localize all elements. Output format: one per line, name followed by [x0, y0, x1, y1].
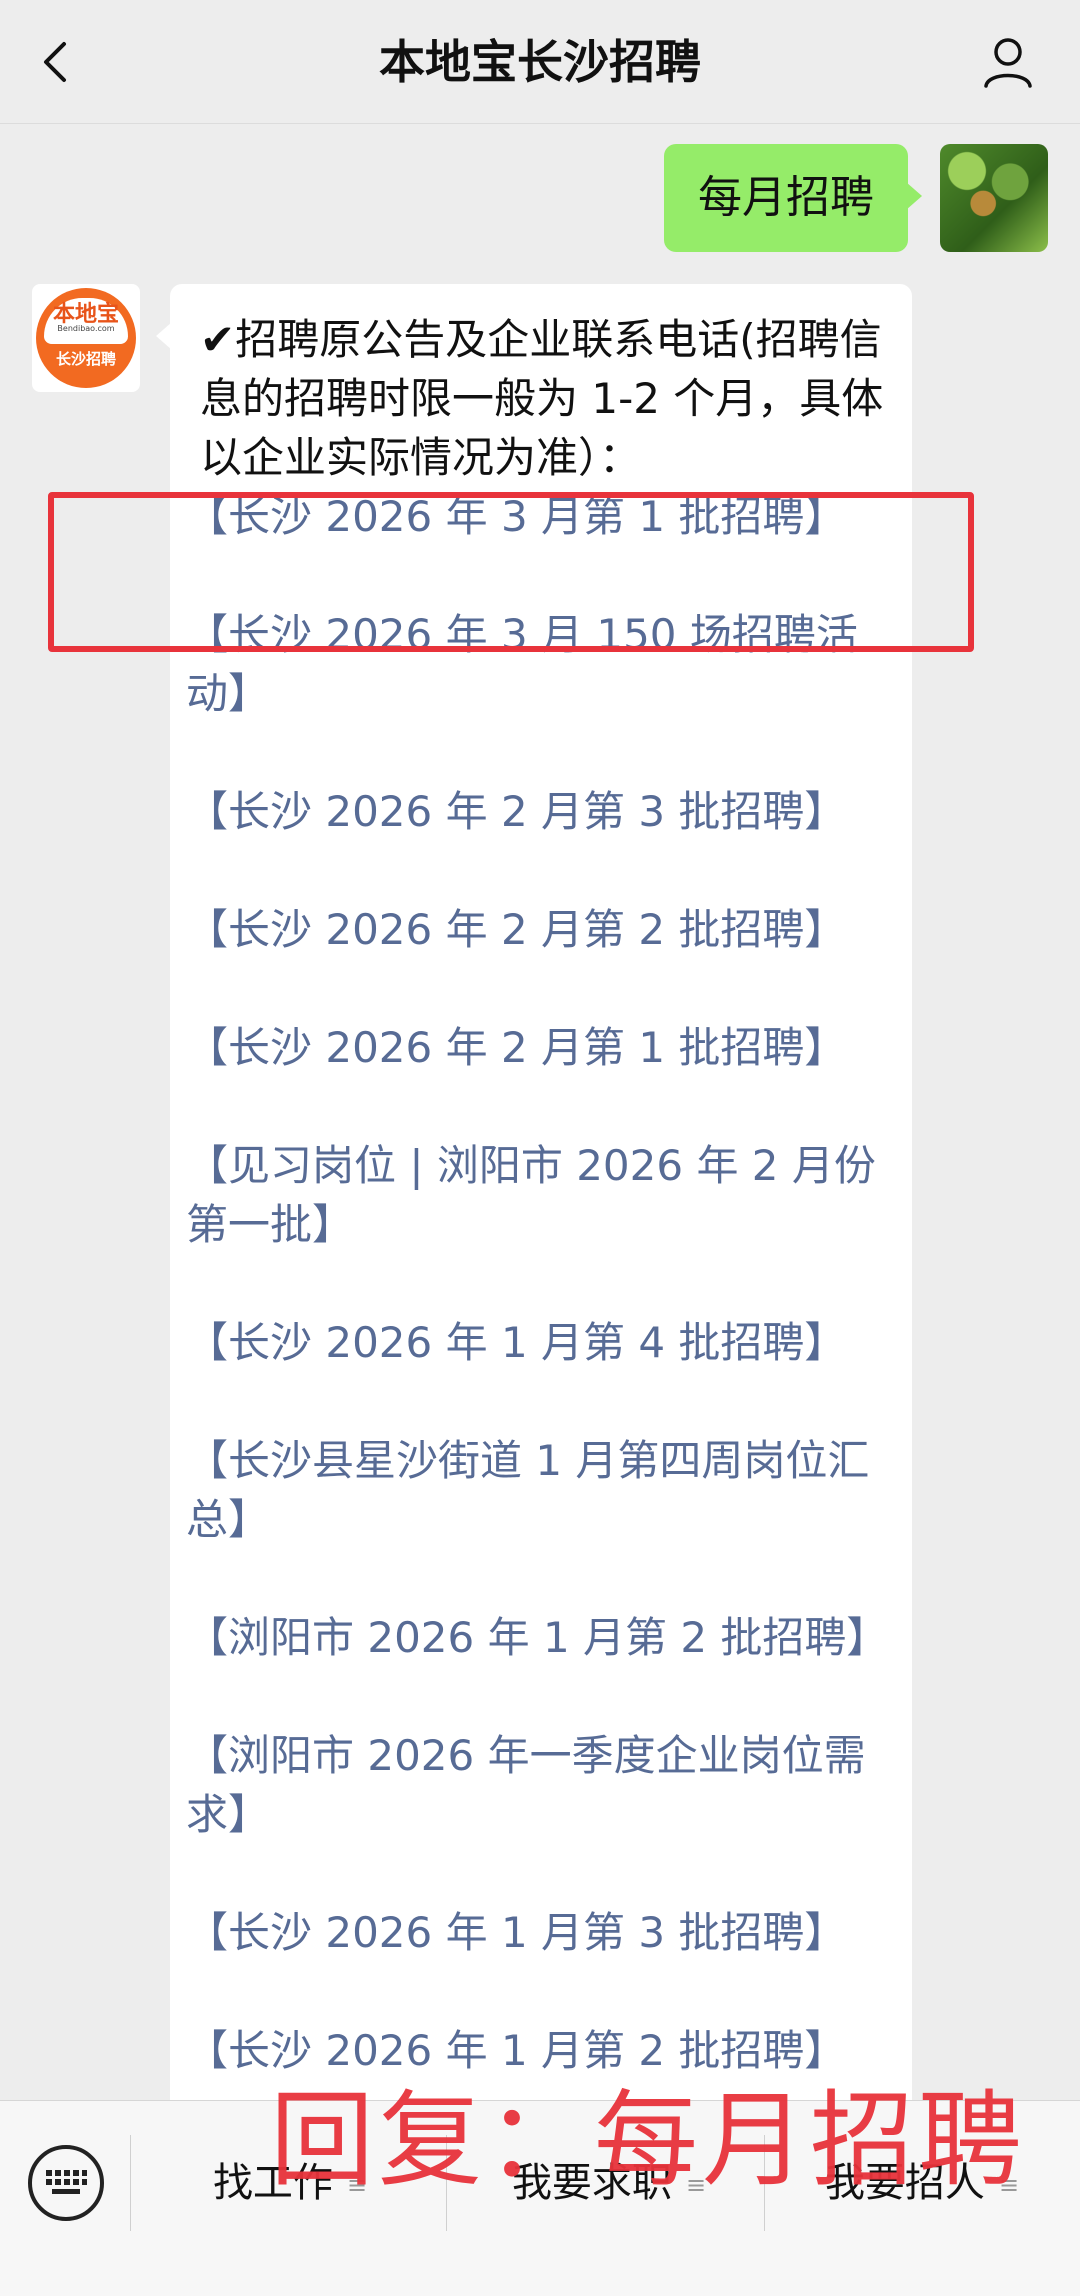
article-link[interactable]: 【长沙 2026 年 3 月第 1 批招聘】	[186, 487, 884, 546]
link-spacer	[200, 959, 884, 1018]
link-spacer	[200, 1844, 884, 1903]
article-link[interactable]: 【长沙 2026 年 3 月 150 场招聘活动】	[186, 605, 884, 723]
link-spacer	[200, 1372, 884, 1431]
article-link[interactable]: 【长沙县星沙街道 1 月第四周岗位汇总】	[186, 1431, 884, 1549]
link-spacer	[200, 1254, 884, 1313]
sent-message-row: 每月招聘	[648, 144, 1048, 254]
person-icon	[984, 38, 1032, 88]
page-title: 本地宝长沙招聘	[379, 35, 701, 89]
keyboard-icon	[46, 2170, 87, 2194]
link-list: 【长沙 2026 年 3 月第 1 批招聘】【长沙 2026 年 3 月 150…	[186, 487, 888, 2080]
chat-screen: 本地宝长沙招聘 每月招聘 本地宝 Bendibao.com 长沙招聘 ✔招聘原公…	[0, 0, 1080, 2296]
link-spacer	[200, 841, 884, 900]
received-message-bubble: ✔招聘原公告及企业联系电话(招聘信息的招聘时限一般为 1-2 个月，具体以企业实…	[156, 284, 912, 2100]
article-link[interactable]: 【见习岗位 | 浏阳市 2026 年 2 月份第一批】	[186, 1136, 884, 1254]
article-link[interactable]: 【长沙 2026 年 1 月第 4 批招聘】	[186, 1313, 884, 1372]
article-link[interactable]: 【长沙 2026 年 1 月第 3 批招聘】	[186, 1903, 884, 1962]
header-bar: 本地宝长沙招聘	[0, 0, 1080, 124]
article-link[interactable]: 【长沙 2026 年 1 月第 2 批招聘】	[186, 2021, 884, 2080]
sent-message-bubble[interactable]: 每月招聘	[664, 144, 922, 252]
link-spacer	[200, 546, 884, 605]
article-link[interactable]: 【长沙 2026 年 2 月第 3 批招聘】	[186, 782, 884, 841]
menu-divider	[130, 2135, 131, 2231]
link-spacer	[200, 1077, 884, 1136]
link-spacer	[200, 1549, 884, 1608]
article-link[interactable]: 【浏阳市 2026 年一季度企业岗位需求】	[186, 1726, 884, 1844]
bendibao-logo: 本地宝 Bendibao.com 长沙招聘	[36, 288, 136, 388]
reply-overlay-text: 回复：每月招聘	[270, 2079, 1027, 2201]
user-avatar[interactable]	[940, 144, 1048, 252]
logo-bottom-text: 长沙招聘	[55, 350, 116, 368]
link-spacer	[200, 723, 884, 782]
message-list[interactable]: 每月招聘 本地宝 Bendibao.com 长沙招聘 ✔招聘原公告及企业联系电话…	[0, 124, 1080, 2100]
message-intro: ✔招聘原公告及企业联系电话(招聘信息的招聘时限一般为 1-2 个月，具体以企业实…	[200, 315, 884, 482]
logo-sub-text: Bendibao.com	[57, 324, 115, 333]
article-link[interactable]: 【浏阳市 2026 年 1 月第 2 批招聘】	[186, 1608, 888, 1667]
bot-avatar[interactable]: 本地宝 Bendibao.com 长沙招聘	[32, 284, 140, 392]
article-link[interactable]: 【长沙 2026 年 2 月第 2 批招聘】	[186, 900, 884, 959]
link-spacer	[200, 1962, 884, 2021]
link-spacer	[200, 1667, 884, 1726]
article-link[interactable]: 【长沙 2026 年 2 月第 1 批招聘】	[186, 1018, 884, 1077]
profile-button[interactable]	[976, 30, 1040, 94]
logo-top-text: 本地宝	[44, 298, 128, 344]
keyboard-toggle-button[interactable]	[28, 2145, 104, 2221]
